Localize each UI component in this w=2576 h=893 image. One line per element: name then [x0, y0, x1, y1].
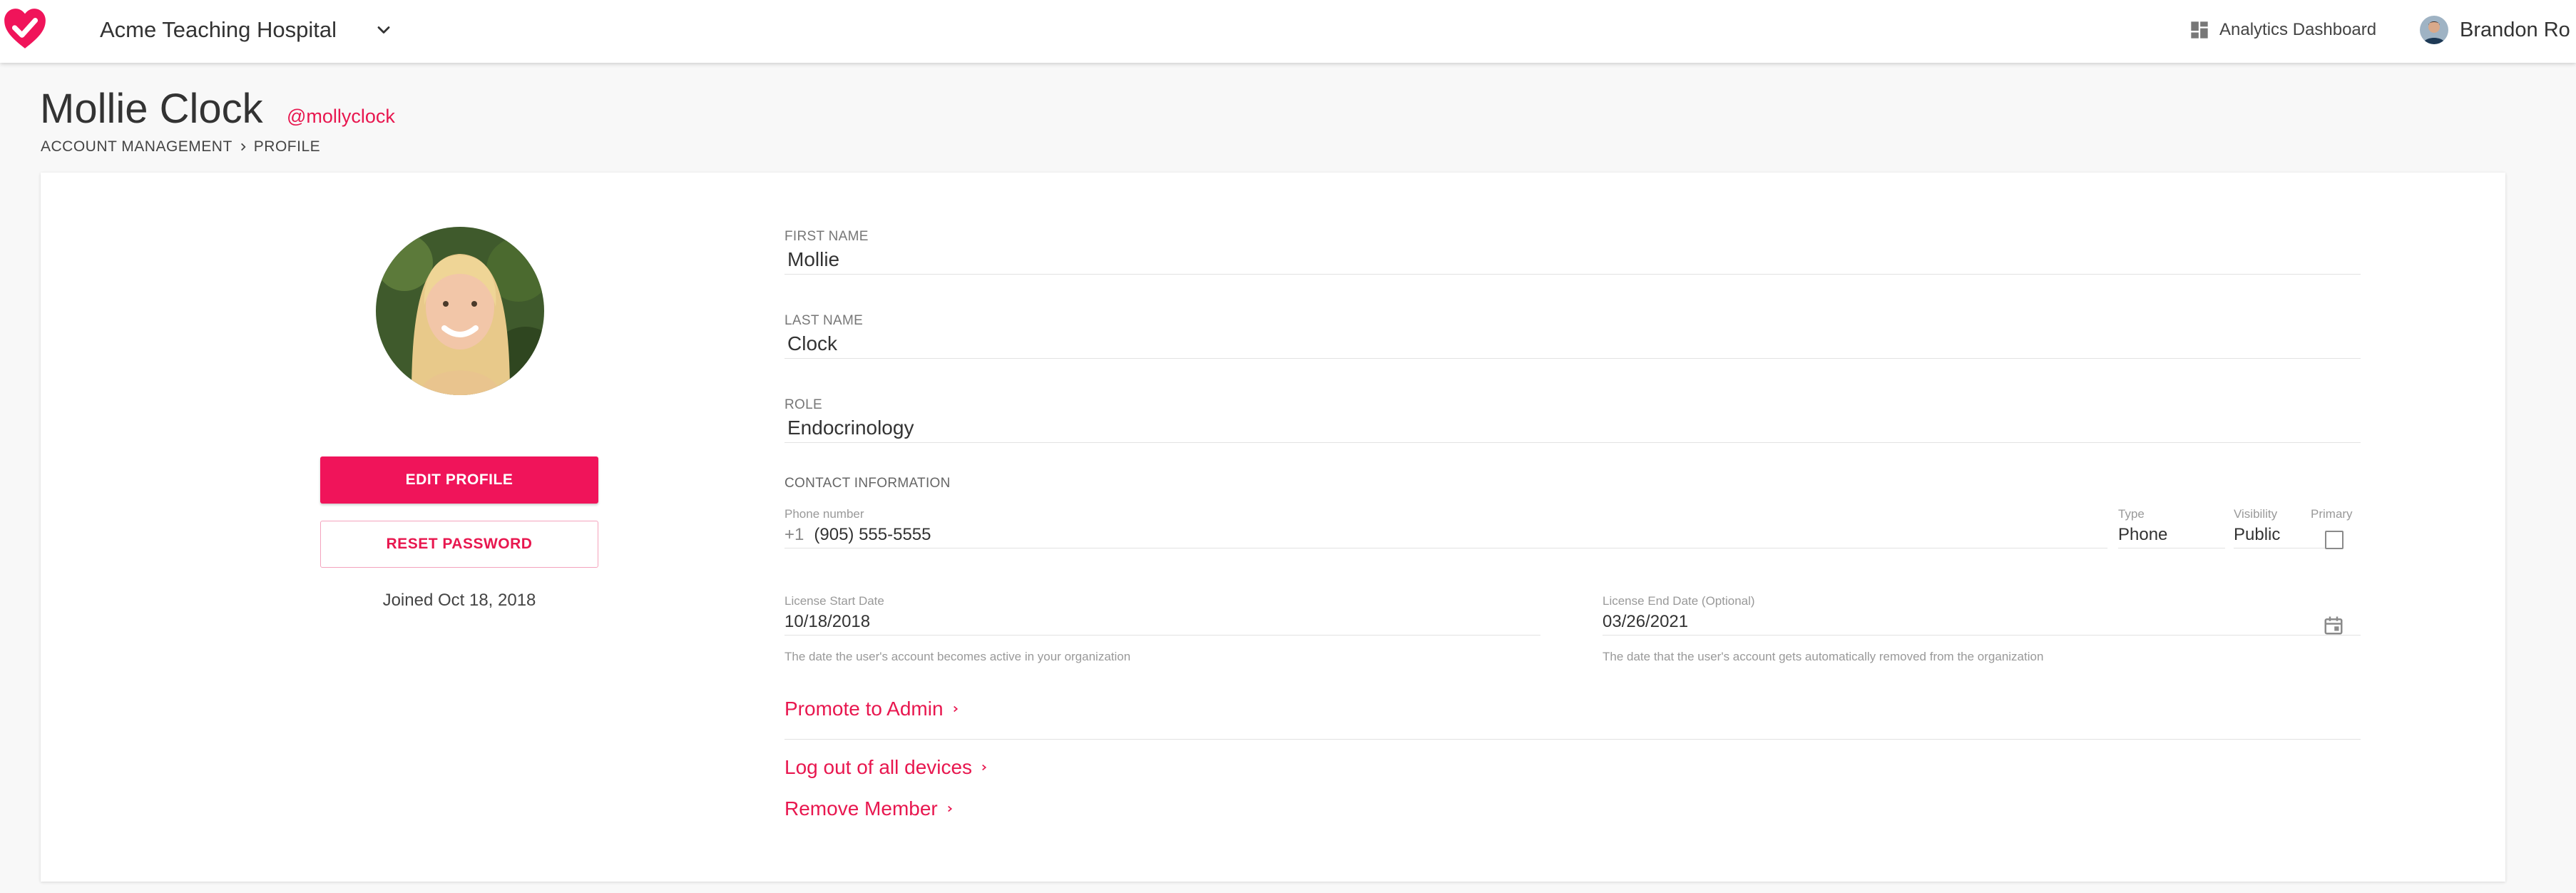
- chevron-right-icon: [953, 705, 958, 713]
- phone-number-field[interactable]: Phone number +1 (905) 555-5555: [784, 506, 2107, 548]
- role-label: ROLE: [784, 397, 822, 412]
- chevron-right-icon: [982, 764, 987, 771]
- last-name-field[interactable]: LAST NAME Clock: [784, 312, 2361, 359]
- top-bar: Acme Teaching Hospital Analytics Dashboa…: [0, 0, 2576, 63]
- primary-checkbox[interactable]: [2325, 531, 2344, 549]
- license-start-value[interactable]: 10/18/2018: [784, 609, 1540, 635]
- remove-member-label: Remove Member: [784, 797, 938, 820]
- organization-name[interactable]: Acme Teaching Hospital: [100, 16, 337, 44]
- type-label: Type: [2118, 507, 2145, 521]
- first-name-value[interactable]: Mollie: [784, 245, 2361, 274]
- dashboard-grid-icon: [2191, 21, 2208, 39]
- reset-password-button[interactable]: RESET PASSWORD: [320, 521, 598, 568]
- license-end-helper: The date that the user's account gets au…: [1603, 650, 2044, 663]
- log-out-all-devices-link[interactable]: Log out of all devices: [784, 755, 989, 780]
- actions-divider: [784, 739, 2361, 740]
- license-end-date-field[interactable]: License End Date (Optional) 03/26/2021: [1603, 593, 2361, 636]
- user-handle: @mollyclock: [287, 106, 395, 127]
- license-start-date-field[interactable]: License Start Date 10/18/2018: [784, 593, 1540, 636]
- last-name-label: LAST NAME: [784, 313, 864, 328]
- contact-information-heading: CONTACT INFORMATION: [784, 476, 951, 491]
- first-name-field[interactable]: FIRST NAME Mollie: [784, 228, 2361, 275]
- role-field[interactable]: ROLE Endocrinology: [784, 397, 2361, 443]
- calendar-icon[interactable]: [2323, 615, 2344, 636]
- breadcrumb-profile: PROFILE: [253, 138, 321, 155]
- remove-member-link[interactable]: Remove Member: [784, 796, 955, 822]
- page-title: Mollie Clock: [40, 86, 263, 132]
- breadcrumb-account-management[interactable]: ACCOUNT MANAGEMENT: [41, 136, 232, 158]
- profile-avatar: [376, 227, 544, 395]
- heart-check-icon[interactable]: [1, 6, 48, 53]
- joined-date: Joined Oct 18, 2018: [382, 591, 536, 610]
- license-end-value[interactable]: 03/26/2021: [1603, 609, 2361, 635]
- promote-to-admin-link[interactable]: Promote to Admin: [784, 696, 961, 722]
- analytics-dashboard-label: Analytics Dashboard: [2219, 20, 2377, 39]
- primary-label: Primary: [2311, 507, 2353, 521]
- chevron-down-icon[interactable]: [374, 20, 394, 40]
- phone-number-label: Phone number: [784, 507, 864, 521]
- license-start-label: License Start Date: [784, 594, 884, 608]
- user-avatar: [2420, 16, 2448, 44]
- user-name: Brandon Ro: [2460, 18, 2570, 41]
- type-value[interactable]: Phone: [2118, 522, 2225, 548]
- license-end-label: License End Date (Optional): [1603, 594, 1755, 608]
- last-name-value[interactable]: Clock: [784, 330, 2361, 358]
- breadcrumb: ACCOUNT MANAGEMENT PROFILE: [41, 136, 320, 158]
- phone-country-code: +1: [784, 525, 804, 544]
- analytics-dashboard-link[interactable]: Analytics Dashboard: [2189, 16, 2376, 44]
- edit-profile-button[interactable]: EDIT PROFILE: [320, 456, 598, 504]
- chevron-right-icon: [947, 805, 952, 812]
- phone-number-value[interactable]: (905) 555-5555: [814, 522, 931, 548]
- promote-to-admin-label: Promote to Admin: [784, 698, 944, 720]
- license-start-helper: The date the user's account becomes acti…: [784, 650, 1131, 663]
- first-name-label: FIRST NAME: [784, 229, 869, 244]
- user-menu[interactable]: Brandon Ro: [2420, 16, 2570, 44]
- role-value[interactable]: Endocrinology: [784, 414, 2361, 442]
- chevron-right-icon: [240, 143, 246, 151]
- log-out-all-devices-label: Log out of all devices: [784, 756, 973, 778]
- phone-type-select[interactable]: Type Phone: [2118, 506, 2225, 548]
- profile-card: EDIT PROFILE RESET PASSWORD Joined Oct 1…: [41, 173, 2505, 882]
